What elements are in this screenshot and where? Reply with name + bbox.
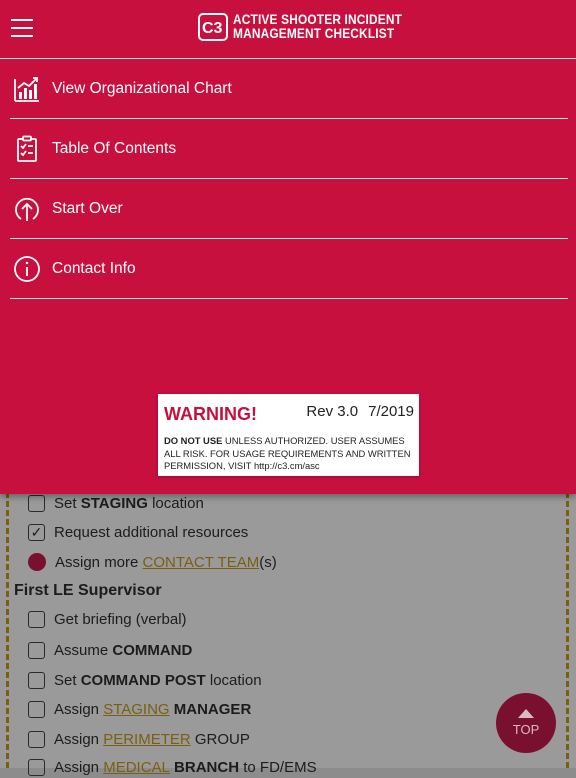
checkbox[interactable]	[28, 641, 45, 659]
checkbox-checked[interactable]: ✓	[28, 523, 45, 541]
circle-up-arrow-icon	[12, 194, 42, 224]
checkbox[interactable]	[28, 758, 45, 776]
row-text: Assign PERIMETER GROUP	[54, 730, 250, 748]
perimeter-link[interactable]: PERIMETER	[103, 731, 191, 748]
menu-item-org-chart[interactable]: View Organizational Chart	[10, 59, 568, 119]
revision-date: 7/2019	[368, 403, 414, 420]
checkbox[interactable]	[28, 610, 45, 628]
logo-mark-text: C3	[202, 20, 223, 37]
check-mark-icon: ✓	[30, 524, 43, 540]
medical-link[interactable]: MEDICAL	[103, 759, 170, 776]
hamburger-menu-icon[interactable]	[11, 19, 33, 37]
checklist-row-set-staging[interactable]: Set STAGING location	[28, 492, 204, 514]
row-text: Assign more CONTACT TEAM(s)	[55, 553, 277, 571]
checklist-row-contact-team[interactable]: Assign more CONTACT TEAM(s)	[28, 551, 277, 573]
checklist-row-request-resources[interactable]: ✓ Request additional resources	[28, 521, 248, 543]
scroll-to-top-button[interactable]: TOP	[496, 693, 556, 753]
row-text: Request additional resources	[54, 523, 249, 541]
checklist-row-command[interactable]: Assume COMMAND	[28, 639, 192, 661]
contact-team-link[interactable]: CONTACT TEAM	[143, 554, 260, 571]
revision-info: Rev 3.0 7/2019	[306, 403, 414, 420]
top-button-label: TOP	[512, 722, 540, 737]
checklist-row-command-post[interactable]: Set COMMAND POST location	[28, 669, 262, 691]
menu-item-contact-info[interactable]: Contact Info	[10, 239, 568, 299]
checklist-row-briefing[interactable]: Get briefing (verbal)	[28, 608, 187, 630]
clipboard-checklist-icon	[12, 134, 42, 164]
row-text: Assign STAGING MANAGER	[54, 700, 252, 718]
checklist-row-medical[interactable]: Assign MEDICAL BRANCH to FD/EMS	[28, 756, 317, 778]
app-logo: C3 ACTIVE SHOOTER INCIDENT MANAGEMENT CH…	[198, 13, 425, 41]
dashed-border-left	[6, 492, 9, 768]
c3-logo-icon: C3	[198, 13, 228, 41]
menu-item-label: Table Of Contents	[52, 139, 177, 157]
up-arrow-icon	[518, 709, 534, 718]
row-text: Set COMMAND POST location	[54, 671, 262, 689]
menu-item-label: View Organizational Chart	[52, 79, 232, 97]
navigation-drawer: C3 ACTIVE SHOOTER INCIDENT MANAGEMENT CH…	[0, 0, 576, 494]
warning-title: WARNING!	[164, 404, 257, 424]
checkbox[interactable]	[28, 671, 45, 689]
status-dot-icon[interactable]	[28, 553, 46, 571]
warning-text: DO NOT USE UNLESS AUTHORIZED. USER ASSUM…	[164, 435, 411, 471]
checkbox[interactable]	[28, 494, 45, 512]
section-heading: First LE Supervisor	[14, 582, 162, 599]
menu-item-label: Start Over	[52, 199, 123, 217]
checklist-row-perimeter[interactable]: Assign PERIMETER GROUP	[28, 728, 250, 750]
menu-item-label: Contact Info	[52, 259, 136, 277]
checklist-row-staging-manager[interactable]: Assign STAGING MANAGER	[28, 698, 251, 720]
row-text: Assume COMMAND	[54, 641, 193, 659]
org-chart-icon	[12, 74, 42, 104]
staging-link[interactable]: STAGING	[103, 701, 169, 718]
row-text: Set STAGING location	[54, 494, 204, 512]
info-icon	[12, 254, 42, 284]
warning-card: WARNING! Rev 3.0 7/2019 DO NOT USE UNLESS…	[158, 394, 419, 476]
revision-number: Rev 3.0	[306, 403, 359, 420]
dashed-border-right	[566, 492, 569, 768]
menu-item-start-over[interactable]: Start Over	[10, 179, 568, 239]
app-header: C3 ACTIVE SHOOTER INCIDENT MANAGEMENT CH…	[0, 0, 576, 59]
checkbox[interactable]	[28, 730, 45, 748]
checkbox[interactable]	[28, 700, 45, 718]
row-text: Assign MEDICAL BRANCH to FD/EMS	[54, 758, 317, 776]
menu-item-table-of-contents[interactable]: Table Of Contents	[10, 119, 568, 179]
app-title: ACTIVE SHOOTER INCIDENT MANAGEMENT CHECK…	[233, 12, 403, 41]
row-text: Get briefing (verbal)	[54, 610, 187, 628]
